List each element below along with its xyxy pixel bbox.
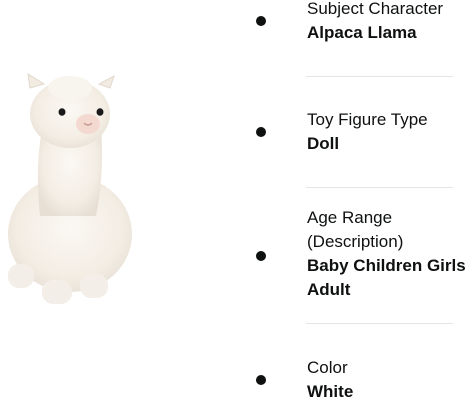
bullet-icon — [256, 251, 266, 261]
bullet-icon — [256, 16, 266, 26]
attribute-label: Subject Character — [307, 0, 444, 18]
bullet-icon — [256, 375, 266, 385]
attribute-label: Color — [307, 358, 348, 377]
attribute-value: White — [307, 382, 354, 401]
attribute-color: Color White — [307, 356, 473, 404]
attribute-value: Alpaca Llama — [307, 23, 417, 42]
attribute-toy-figure-type: Toy Figure Type Doll — [307, 108, 473, 156]
divider — [306, 187, 453, 188]
alpaca-plush-image — [8, 73, 132, 304]
attribute-label: Toy Figure Type — [307, 110, 428, 129]
divider — [306, 76, 453, 77]
attribute-label: Age Range (Description) — [307, 208, 404, 251]
product-image[interactable] — [0, 66, 135, 316]
divider — [306, 323, 453, 324]
attribute-age-range: Age Range (Description) Baby Children Gi… — [307, 206, 473, 302]
attribute-subject-character: Subject Character Alpaca Llama — [307, 0, 473, 45]
attribute-value: Baby Children Girls Adult — [307, 256, 466, 299]
bullet-icon — [256, 127, 266, 137]
attribute-value: Doll — [307, 134, 340, 153]
